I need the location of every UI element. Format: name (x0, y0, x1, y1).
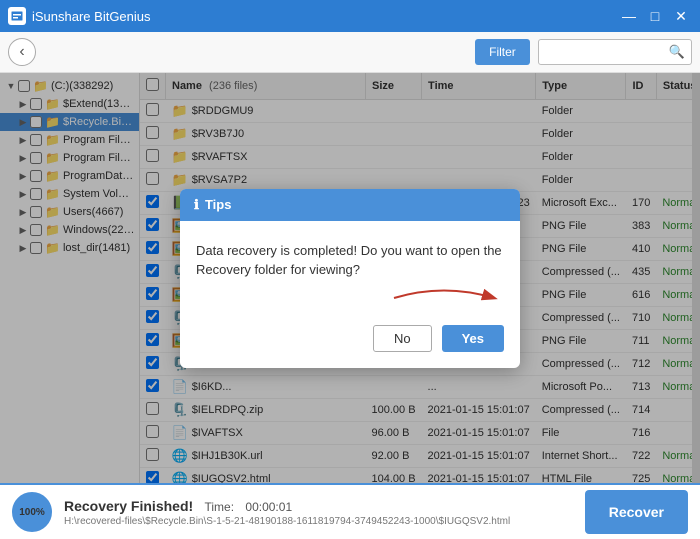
info-icon: ℹ (194, 197, 199, 213)
back-button[interactable]: ‹ (8, 38, 36, 66)
toolbar: ‹ Filter 🔍 (0, 32, 700, 73)
recovery-time-label: Time: (205, 500, 235, 514)
minimize-button[interactable]: — (618, 5, 640, 27)
maximize-button[interactable]: □ (644, 5, 666, 27)
close-button[interactable]: ✕ (670, 5, 692, 27)
recovery-status: Recovery Finished! (64, 498, 193, 514)
recovery-path: H:\recovered-files\$Recycle.Bin\S-1-5-21… (64, 516, 524, 527)
recovery-status-line: Recovery Finished! Time: 00:00:01 (64, 498, 573, 514)
search-box: 🔍 (538, 39, 692, 65)
app-icon (8, 7, 26, 25)
recovery-time-value: 00:00:01 (245, 500, 292, 514)
dialog-no-button[interactable]: No (373, 325, 432, 352)
dialog-arrow (196, 288, 504, 311)
dialog-overlay: ℹ Tips Data recovery is completed! Do yo… (0, 73, 700, 483)
dialog-message: Data recovery is completed! Do you want … (196, 241, 504, 280)
filter-button[interactable]: Filter (475, 39, 530, 65)
title-bar-left: iSunshare BitGenius (8, 7, 151, 25)
title-bar: iSunshare BitGenius — □ ✕ (0, 0, 700, 32)
app-title: iSunshare BitGenius (32, 9, 151, 24)
dialog-header: ℹ Tips (180, 189, 520, 221)
bottom-info: Recovery Finished! Time: 00:00:01 H:\rec… (64, 498, 573, 527)
bottom-bar: 100% Recovery Finished! Time: 00:00:01 H… (0, 483, 700, 539)
search-icon: 🔍 (669, 44, 685, 60)
progress-circle: 100% (12, 492, 52, 532)
main-container: ‹ Filter 🔍 ▼📁(C:)(338292)▶📁$Extend(1321)… (0, 32, 700, 539)
progress-value: 100% (19, 507, 45, 518)
dialog-body: Data recovery is completed! Do you want … (180, 221, 520, 325)
content-area: ▼📁(C:)(338292)▶📁$Extend(1321)▶📁$Recycle.… (0, 73, 700, 483)
dialog-title: Tips (205, 197, 232, 212)
tips-dialog: ℹ Tips Data recovery is completed! Do yo… (180, 189, 520, 368)
window-controls: — □ ✕ (618, 5, 692, 27)
dialog-buttons: No Yes (180, 325, 520, 368)
search-input[interactable] (545, 45, 665, 59)
recover-button[interactable]: Recover (585, 490, 688, 534)
dialog-yes-button[interactable]: Yes (442, 325, 504, 352)
